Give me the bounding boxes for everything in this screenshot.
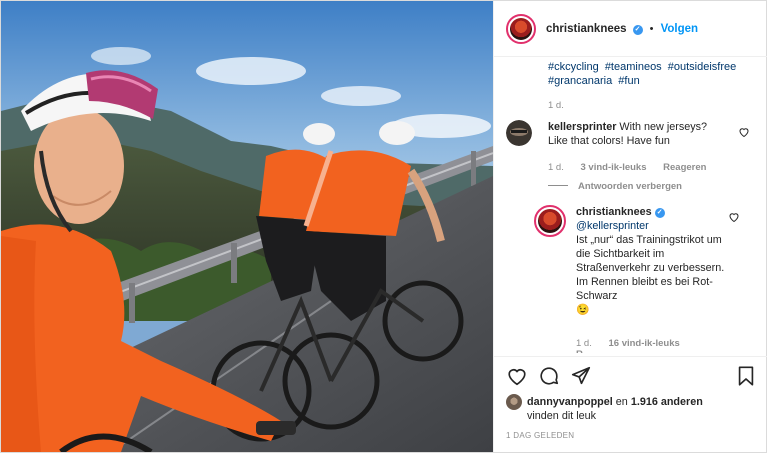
heart-icon[interactable]: [506, 365, 528, 387]
caption-timestamp[interactable]: 1 d.: [548, 100, 564, 111]
reply-text: Ist „nur“ das Trainingstrikot um die Sic…: [576, 234, 725, 302]
post-date[interactable]: 1 DAG GELEDEN: [506, 431, 574, 440]
bookmark-icon[interactable]: [735, 365, 757, 387]
commenter-avatar[interactable]: [506, 120, 532, 146]
liked-by-tail: vinden dit leuk: [527, 410, 597, 422]
verified-badge-icon: ✓: [654, 208, 665, 218]
comment-likes[interactable]: 3 vind-ik-leuks: [581, 162, 647, 173]
hashtag-link[interactable]: #fun: [618, 75, 639, 87]
caption-hashtags: #ckcycling #teamineos #outsideisfree #gr…: [548, 60, 753, 88]
comment-reply-button[interactable]: Reageren: [663, 162, 706, 173]
reply-mention[interactable]: @kellersprinter: [576, 220, 649, 232]
post-side-panel: christianknees ✓ • Volgen #ckcycling #te…: [493, 1, 767, 452]
reply-meta: 1 d. 16 vind-ik-leuks R: [576, 338, 694, 353]
reply-like-heart-icon[interactable]: [728, 211, 740, 223]
post-header: christianknees ✓ • Volgen: [494, 1, 767, 57]
reply-username[interactable]: christianknees: [576, 206, 652, 218]
liker-username[interactable]: dannyvanpoppel: [527, 396, 613, 408]
comment-icon[interactable]: [538, 365, 560, 387]
comments-list[interactable]: #ckcycling #teamineos #outsideisfree #gr…: [494, 58, 767, 356]
post-photo[interactable]: [1, 1, 493, 452]
comment-item: kellersprinter With new jerseys? Like th…: [506, 120, 756, 210]
comment-meta: 1 d. 3 vind-ik-leuks Reageren: [548, 162, 720, 173]
reply-likes[interactable]: 16 vind-ik-leuks: [609, 338, 680, 349]
verified-badge-icon: ✓: [632, 24, 643, 35]
hide-replies-label: Antwoorden verbergen: [578, 181, 682, 192]
hide-replies-line: [548, 185, 568, 186]
post-actions: dannyvanpoppel en 1.916 anderen vinden d…: [494, 356, 767, 452]
author-username[interactable]: christianknees: [546, 23, 627, 35]
liker-avatar[interactable]: [506, 394, 522, 410]
wink-emoji-icon: 😉: [576, 304, 590, 316]
hashtag-link[interactable]: #ckcycling: [548, 61, 599, 73]
hashtag-link[interactable]: #grancanaria: [548, 75, 612, 87]
reply-time[interactable]: 1 d.: [576, 338, 592, 349]
share-icon[interactable]: [570, 365, 592, 387]
header-separator: •: [649, 22, 654, 35]
author-avatar[interactable]: [506, 13, 536, 44]
hashtag-link[interactable]: #outsideisfree: [668, 61, 737, 73]
like-count-link[interactable]: 1.916 anderen: [631, 396, 703, 408]
liked-by-connector: en: [612, 396, 631, 408]
comment-like-heart-icon[interactable]: [738, 126, 750, 138]
comment-text-block: kellersprinter With new jerseys? Like th…: [548, 120, 728, 148]
follow-button[interactable]: Volgen: [661, 23, 698, 35]
hashtag-link[interactable]: #teamineos: [605, 61, 662, 73]
comment-username[interactable]: kellersprinter: [548, 121, 616, 133]
cycling-photo: [1, 1, 493, 452]
reply-reply-button[interactable]: R: [576, 349, 583, 353]
instagram-post-window: christianknees ✓ • Volgen #ckcycling #te…: [0, 0, 767, 453]
reply-author-avatar[interactable]: [534, 205, 566, 237]
comment-time[interactable]: 1 d.: [548, 162, 564, 173]
reply-text-block: christianknees ✓ @kellersprinter Ist „nur…: [576, 205, 726, 317]
liked-by-line: dannyvanpoppel en 1.916 anderen vinden d…: [506, 394, 703, 423]
hide-replies-toggle[interactable]: Antwoorden verbergen: [548, 181, 682, 192]
reply-item: christianknees ✓ @kellersprinter Ist „nur…: [534, 205, 758, 355]
